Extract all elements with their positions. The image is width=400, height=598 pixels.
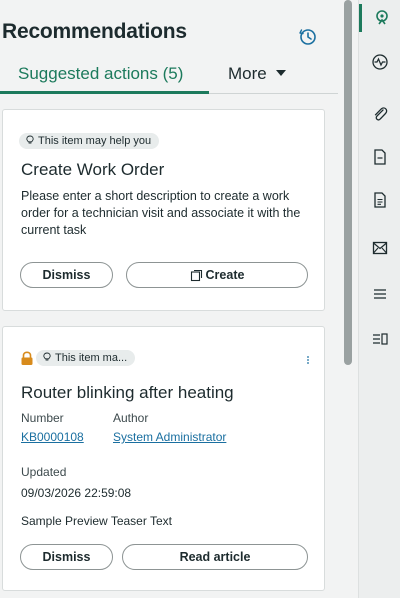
card-description: Please enter a short description to crea… — [21, 189, 301, 237]
number-label: Number — [21, 411, 64, 425]
document-icon — [374, 149, 386, 165]
rail-recommendations[interactable] — [359, 4, 400, 32]
create-record-icon — [190, 269, 202, 281]
dismiss-button[interactable]: Dismiss — [20, 262, 113, 288]
history-icon[interactable] — [298, 27, 318, 47]
author-link[interactable]: System Administrator — [113, 430, 226, 444]
dismiss-label: Dismiss — [42, 268, 91, 282]
rail-activity[interactable] — [359, 48, 400, 76]
card-title: Router blinking after heating — [21, 383, 234, 402]
updated-value: 09/03/2026 22:59:08 — [21, 486, 132, 500]
page-title: Recommendations — [2, 20, 187, 43]
document-lines-icon — [374, 192, 386, 208]
scrollbar[interactable] — [344, 0, 352, 365]
split-list-icon — [373, 333, 388, 345]
help-badge: This item ma... — [36, 350, 136, 366]
badge-text: This item ma... — [55, 352, 128, 364]
dismiss-button[interactable]: Dismiss — [20, 544, 113, 570]
recommendation-card: This item ma... Router blinking after he… — [2, 326, 325, 591]
attachment-icon — [374, 107, 388, 121]
email-icon — [372, 241, 388, 255]
tab-bar: Suggested actions (5) More — [0, 60, 338, 94]
rail-email[interactable] — [359, 234, 400, 262]
rail-document[interactable] — [359, 143, 400, 171]
tab-more[interactable]: More — [228, 60, 287, 94]
lightbulb-icon — [43, 352, 51, 361]
lightbulb-icon — [26, 135, 34, 144]
lock-icon — [21, 351, 33, 365]
tab-more-label: More — [228, 64, 267, 83]
recommendations-panel: Recommendations Suggested actions (5) Mo… — [0, 0, 338, 598]
create-label: Create — [205, 268, 245, 282]
number-link[interactable]: KB0000108 — [21, 430, 84, 444]
more-options-icon[interactable] — [305, 354, 311, 368]
recommendation-card: This item may help you Create Work Order… — [2, 109, 325, 311]
tab-suggested-actions[interactable]: Suggested actions (5) — [0, 60, 209, 94]
rail-document-lines[interactable] — [359, 186, 400, 214]
side-rail — [358, 0, 400, 598]
card-title: Create Work Order — [21, 160, 165, 179]
teaser-text: Sample Preview Teaser Text — [21, 514, 172, 528]
author-label: Author — [113, 411, 149, 425]
rail-split-list[interactable] — [359, 325, 400, 353]
read-article-label: Read article — [179, 550, 251, 564]
badge-text: This item may help you — [38, 135, 152, 147]
dismiss-label: Dismiss — [42, 550, 91, 564]
recommendations-icon — [375, 10, 388, 25]
rail-attachments[interactable] — [359, 100, 400, 128]
help-badge: This item may help you — [19, 133, 160, 149]
create-button[interactable]: Create — [126, 262, 308, 288]
caret-down-icon — [276, 70, 287, 76]
read-article-button[interactable]: Read article — [122, 544, 308, 570]
updated-label: Updated — [21, 465, 67, 479]
activity-icon — [372, 54, 388, 70]
list-icon — [374, 289, 386, 299]
rail-list[interactable] — [359, 280, 400, 308]
